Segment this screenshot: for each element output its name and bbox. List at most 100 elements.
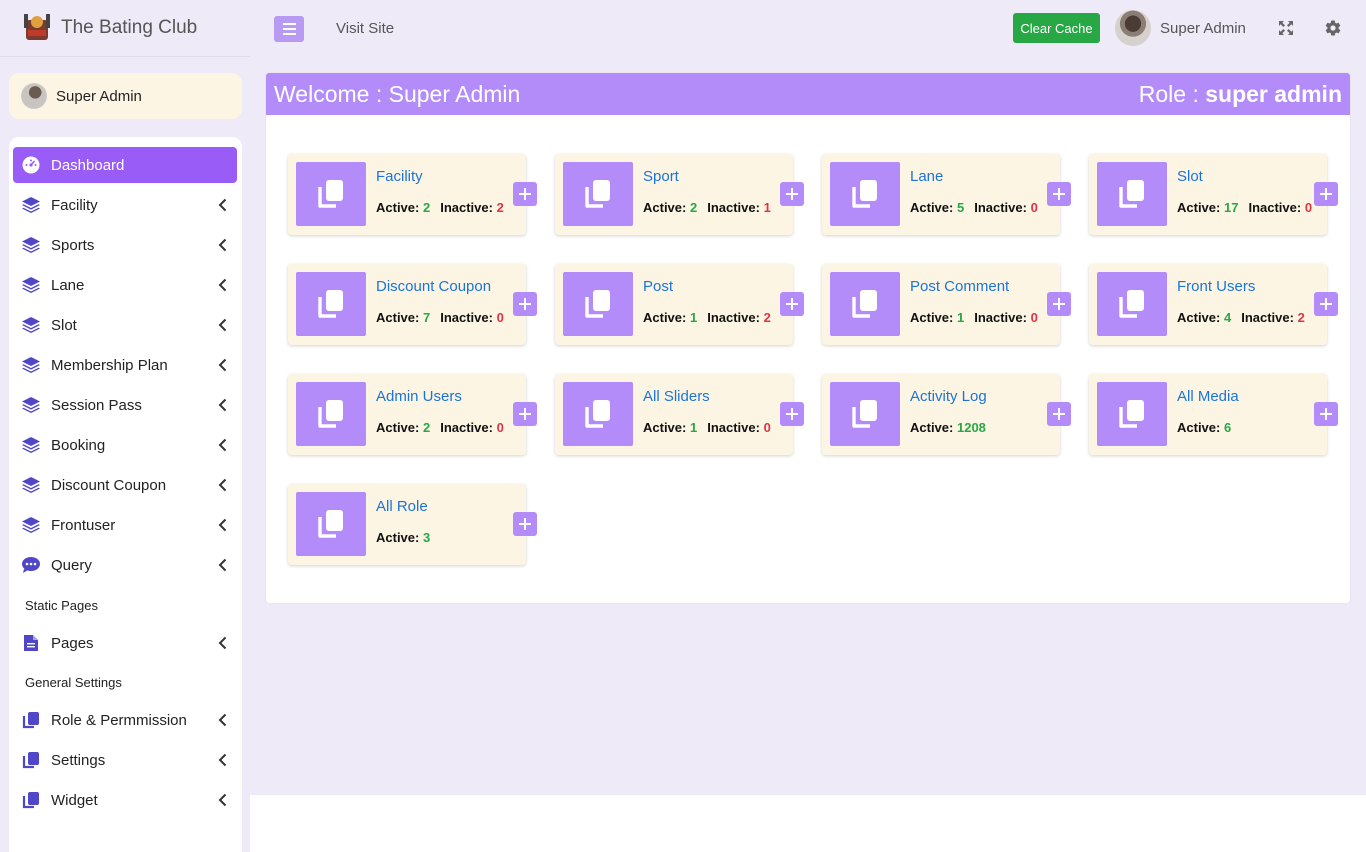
sidebar-item-label: Query: [51, 556, 92, 574]
menu-header-general-settings: General Settings: [25, 675, 122, 690]
avatar[interactable]: [1115, 10, 1151, 46]
sidebar-item-query[interactable]: Query: [13, 547, 237, 583]
inactive-count: 0: [496, 310, 504, 325]
add-button[interactable]: [780, 402, 804, 426]
add-button[interactable]: [513, 512, 537, 536]
stat-tile-admin-users: Admin Users Active: 2 Inactive: 0: [288, 374, 537, 455]
menu-toggle-button[interactable]: [274, 16, 304, 42]
welcome-text: Welcome : Super Admin: [274, 80, 521, 107]
stat-tile-sport: Sport Active: 2 Inactive: 1: [555, 154, 804, 235]
add-button[interactable]: [1314, 182, 1338, 206]
active-count: 1: [689, 310, 698, 325]
tile-stats: Active: 3: [376, 530, 430, 545]
layers-icon: [21, 435, 41, 455]
chevron-left-icon: [218, 793, 227, 807]
active-label: Active:: [1177, 310, 1221, 325]
add-button[interactable]: [1047, 182, 1071, 206]
file-icon: [21, 633, 41, 653]
plus-icon: [1320, 408, 1332, 420]
active-label: Active:: [1177, 200, 1221, 215]
sidebar-item-label: Lane: [51, 276, 85, 294]
add-button[interactable]: [1047, 292, 1071, 316]
inactive-label: Inactive:: [1248, 200, 1302, 215]
sidebar-item-label: Sports: [51, 236, 95, 254]
add-button[interactable]: [780, 182, 804, 206]
topbar: Visit Site Clear Cache Super Admin: [250, 0, 1366, 57]
layers-icon: [21, 235, 41, 255]
sidebar-item-frontuser[interactable]: Frontuser: [13, 507, 237, 543]
clear-cache-button[interactable]: Clear Cache: [1013, 13, 1100, 43]
sidebar-item-discount-coupon[interactable]: Discount Coupon: [13, 467, 237, 503]
topbar-user-name[interactable]: Super Admin: [1160, 20, 1246, 37]
tile-title-link[interactable]: Activity Log: [910, 388, 987, 405]
tile-title-link[interactable]: All Sliders: [643, 388, 710, 405]
user-panel[interactable]: Super Admin: [9, 73, 242, 119]
chevron-left-icon: [218, 753, 227, 767]
chevron-left-icon: [218, 358, 227, 372]
add-button[interactable]: [1047, 402, 1071, 426]
visit-site-link[interactable]: Visit Site: [336, 20, 394, 37]
brand[interactable]: The Bating Club: [0, 0, 250, 57]
add-button[interactable]: [513, 292, 537, 316]
chevron-left-icon: [218, 398, 227, 412]
sidebar-item-settings[interactable]: Settings: [13, 742, 237, 778]
tile-title-link[interactable]: All Role: [376, 498, 428, 515]
inactive-count: 0: [1304, 200, 1313, 215]
active-label: Active:: [376, 310, 420, 325]
chevron-left-icon: [218, 518, 227, 532]
active-label: Active:: [376, 530, 420, 545]
copy-icon: [830, 382, 900, 446]
copy-icon: [296, 492, 366, 556]
active-label: Active:: [910, 200, 954, 215]
add-button[interactable]: [780, 292, 804, 316]
layers-icon: [21, 315, 41, 335]
tile-title-link[interactable]: Admin Users: [376, 388, 462, 405]
inactive-label: Inactive:: [440, 420, 493, 435]
stat-tile-front-users: Front Users Active: 4 Inactive: 2: [1089, 264, 1338, 345]
sidebar-item-dashboard[interactable]: Dashboard: [13, 147, 237, 183]
active-label: Active:: [1177, 420, 1221, 435]
tile-title-link[interactable]: Post: [643, 278, 673, 295]
add-button[interactable]: [513, 402, 537, 426]
sidebar-item-widget[interactable]: Widget: [13, 782, 237, 818]
plus-icon: [519, 188, 531, 200]
tile-stats: Active: 17 Inactive: 0: [1177, 200, 1312, 215]
sidebar-item-label: Membership Plan: [51, 356, 168, 374]
menu-header-static-pages: Static Pages: [25, 598, 98, 613]
sidebar-item-membership-plan[interactable]: Membership Plan: [13, 347, 237, 383]
inactive-count: 2: [1297, 310, 1305, 325]
tile-title-link[interactable]: Post Comment: [910, 278, 1009, 295]
tile-title-link[interactable]: Sport: [643, 168, 679, 185]
layers-icon: [21, 275, 41, 295]
sidebar-item-pages[interactable]: Pages: [13, 625, 237, 661]
sidebar-item-lane[interactable]: Lane: [13, 267, 237, 303]
tile-title-link[interactable]: Front Users: [1177, 278, 1255, 295]
sidebar-item-slot[interactable]: Slot: [13, 307, 237, 343]
tile-title-link[interactable]: Discount Coupon: [376, 278, 491, 295]
inactive-count: 2: [496, 200, 504, 215]
add-button[interactable]: [513, 182, 537, 206]
sidebar-item-facility[interactable]: Facility: [13, 187, 237, 223]
sidebar-item-session-pass[interactable]: Session Pass: [13, 387, 237, 423]
sidebar-item-sports[interactable]: Sports: [13, 227, 237, 263]
copy-icon: [830, 272, 900, 336]
active-count: 5: [956, 200, 965, 215]
active-label: Active:: [643, 420, 687, 435]
chevron-left-icon: [218, 636, 227, 650]
sidebar-item-booking[interactable]: Booking: [13, 427, 237, 463]
tile-stats: Active: 4 Inactive: 2: [1177, 310, 1305, 325]
add-button[interactable]: [1314, 292, 1338, 316]
tile-title-link[interactable]: Slot: [1177, 168, 1203, 185]
fullscreen-icon[interactable]: [1278, 20, 1294, 36]
user-panel-name: Super Admin: [56, 87, 142, 105]
tile-title-link[interactable]: Lane: [910, 168, 943, 185]
add-button[interactable]: [1314, 402, 1338, 426]
gear-icon[interactable]: [1324, 19, 1342, 37]
copy-icon: [296, 162, 366, 226]
plus-icon: [1053, 298, 1065, 310]
tile-title-link[interactable]: Facility: [376, 168, 423, 185]
welcome-header: Welcome : Super Admin Role : super admin: [266, 73, 1350, 115]
tile-title-link[interactable]: All Media: [1177, 388, 1239, 405]
tile-stats: Active: 1 Inactive: 0: [910, 310, 1038, 325]
sidebar-item-role-permmission[interactable]: Role & Permmission: [13, 702, 237, 738]
